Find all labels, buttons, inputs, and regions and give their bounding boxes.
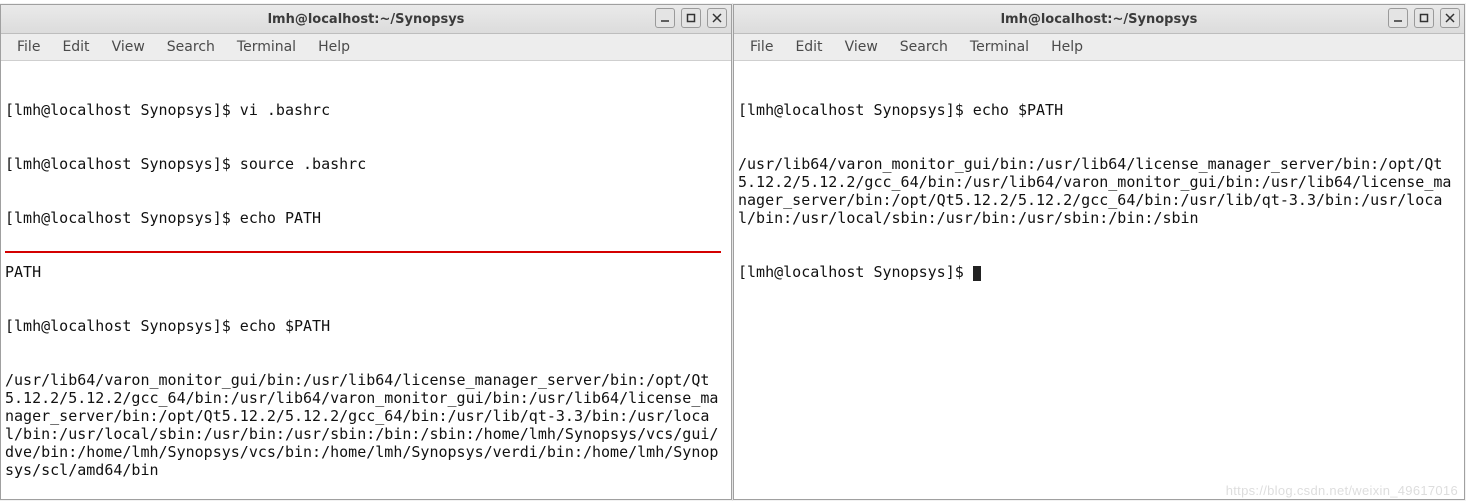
minimize-button[interactable] (1388, 8, 1408, 28)
menu-file[interactable]: File (7, 36, 50, 58)
menu-terminal[interactable]: Terminal (227, 36, 306, 58)
terminal-body[interactable]: [lmh@localhost Synopsys]$ echo $PATH /us… (734, 61, 1464, 499)
terminal-body[interactable]: [lmh@localhost Synopsys]$ vi .bashrc [lm… (1, 61, 731, 499)
terminal-line: [lmh@localhost Synopsys]$ echo $PATH (5, 317, 727, 335)
menu-view[interactable]: View (835, 36, 888, 58)
terminal-window-left: lmh@localhost:~/Synopsys File Edit View … (0, 4, 732, 500)
menu-file[interactable]: File (740, 36, 783, 58)
terminal-line: [lmh@localhost Synopsys]$ echo PATH (5, 209, 727, 227)
cursor-icon (973, 266, 981, 281)
titlebar[interactable]: lmh@localhost:~/Synopsys (734, 5, 1464, 34)
menubar: File Edit View Search Terminal Help (1, 34, 731, 61)
close-button[interactable] (707, 8, 727, 28)
watermark-text: https://blog.csdn.net/weixin_49617016 (1226, 484, 1458, 497)
minimize-button[interactable] (655, 8, 675, 28)
menu-search[interactable]: Search (157, 36, 225, 58)
prompt-text: [lmh@localhost Synopsys]$ (738, 263, 973, 281)
close-button[interactable] (1440, 8, 1460, 28)
terminal-line: [lmh@localhost Synopsys]$ source .bashrc (5, 155, 727, 173)
terminal-line: PATH (5, 263, 727, 281)
terminal-prompt-line: [lmh@localhost Synopsys]$ (738, 263, 1460, 281)
menu-help[interactable]: Help (1041, 36, 1093, 58)
titlebar[interactable]: lmh@localhost:~/Synopsys (1, 5, 731, 34)
window-title: lmh@localhost:~/Synopsys (1, 13, 731, 26)
maximize-button[interactable] (681, 8, 701, 28)
terminal-line: /usr/lib64/varon_monitor_gui/bin:/usr/li… (5, 371, 727, 479)
terminal-line: /usr/lib64/varon_monitor_gui/bin:/usr/li… (738, 155, 1460, 227)
menubar: File Edit View Search Terminal Help (734, 34, 1464, 61)
menu-edit[interactable]: Edit (785, 36, 832, 58)
menu-view[interactable]: View (102, 36, 155, 58)
terminal-line: [lmh@localhost Synopsys]$ vi .bashrc (5, 101, 727, 119)
terminal-window-right: lmh@localhost:~/Synopsys File Edit View … (733, 4, 1465, 500)
window-title: lmh@localhost:~/Synopsys (734, 13, 1464, 26)
menu-terminal[interactable]: Terminal (960, 36, 1039, 58)
terminal-line: [lmh@localhost Synopsys]$ echo $PATH (738, 101, 1460, 119)
annotation-underline (5, 251, 721, 253)
maximize-button[interactable] (1414, 8, 1434, 28)
menu-help[interactable]: Help (308, 36, 360, 58)
menu-edit[interactable]: Edit (52, 36, 99, 58)
menu-search[interactable]: Search (890, 36, 958, 58)
